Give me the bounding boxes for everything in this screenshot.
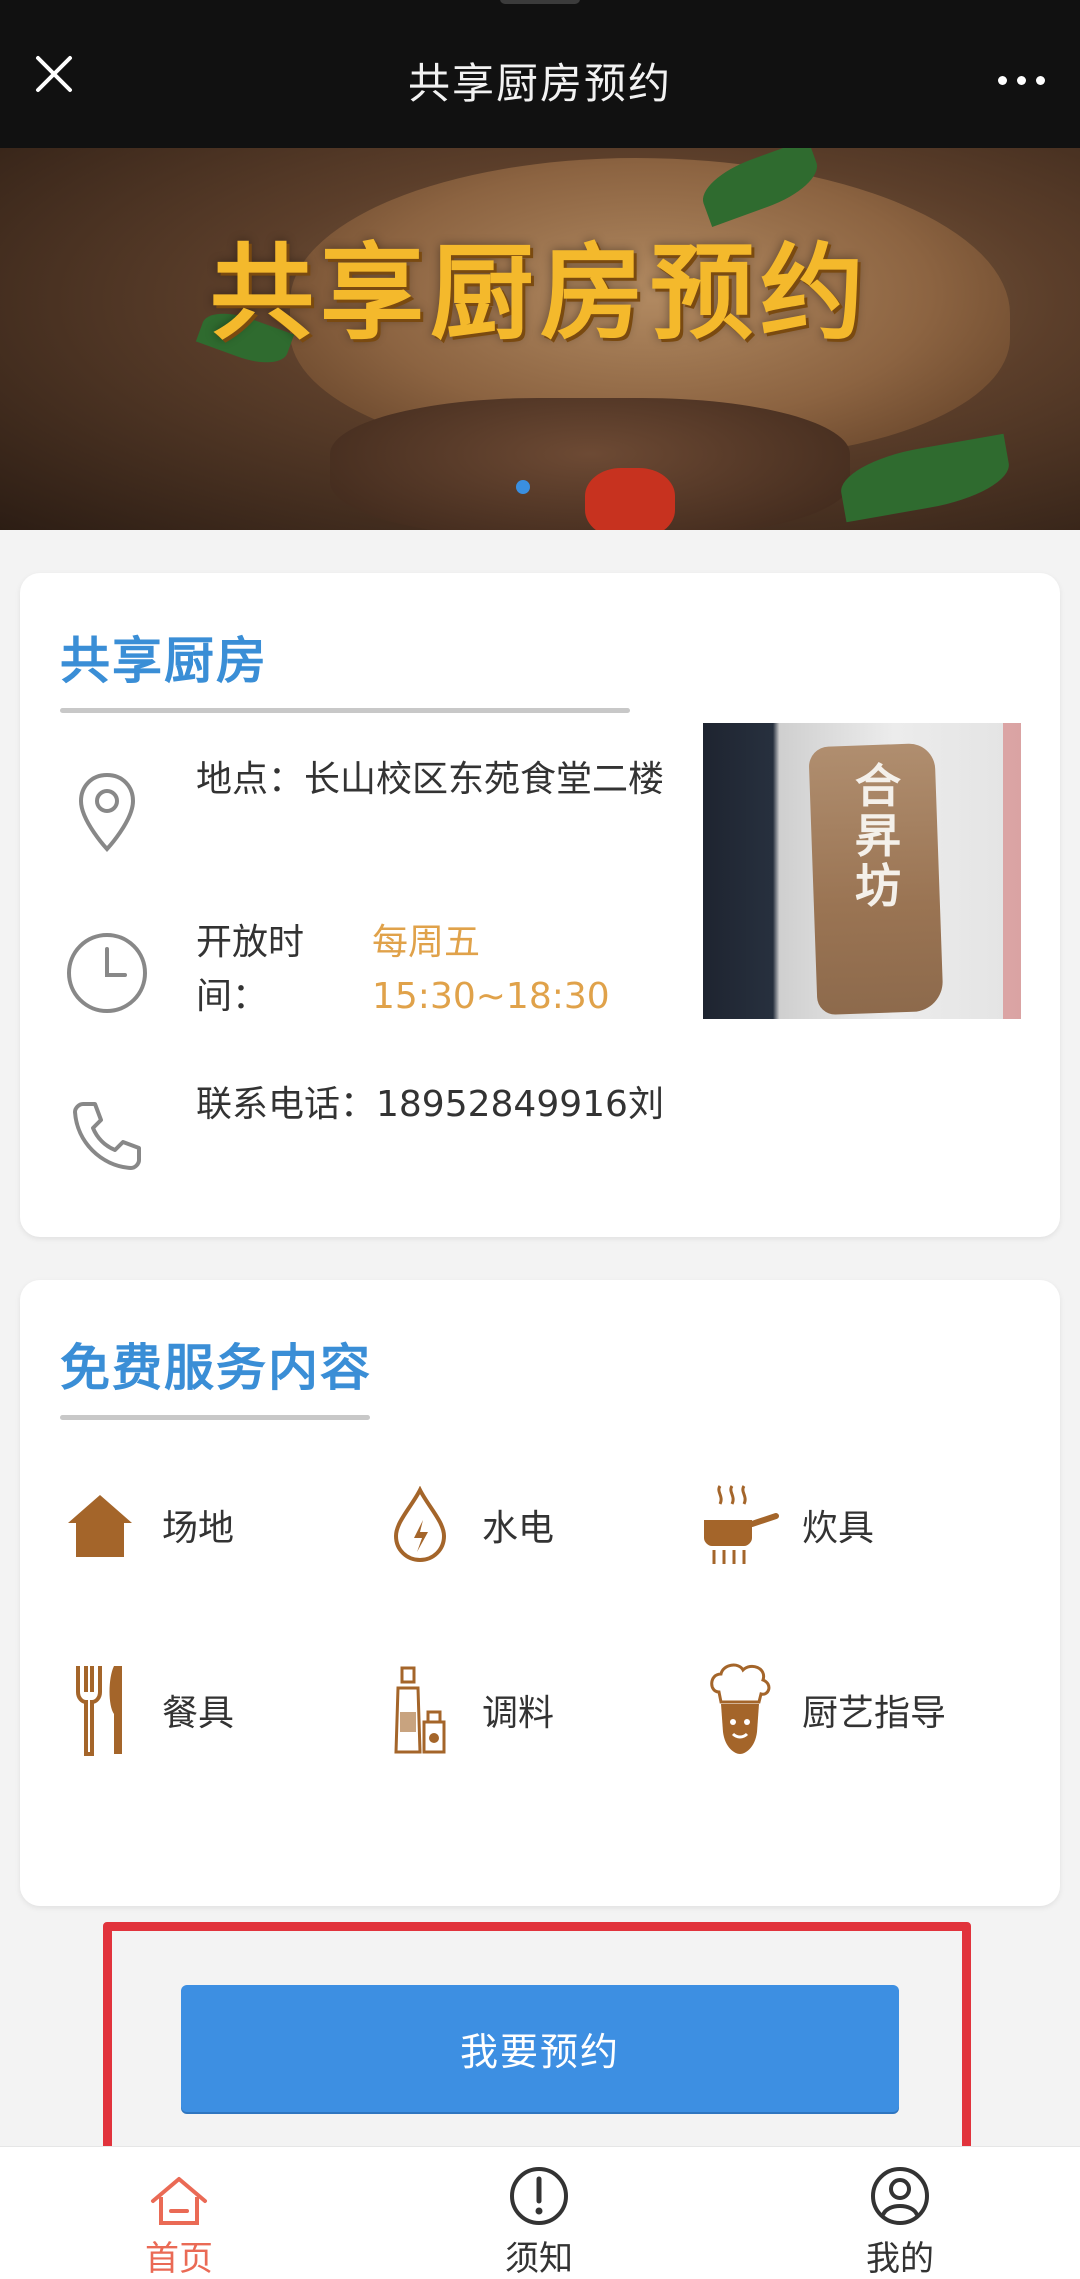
service-label: 场地 <box>162 1508 235 1549</box>
services-card: 免费服务内容 场地 水电 炊具 餐具 调料 厨艺指导 <box>20 1280 1060 1906</box>
chef-icon <box>700 1663 780 1755</box>
tab-mine[interactable]: 我的 <box>800 2147 1000 2279</box>
phone-text: 联系电话：18952849916刘 <box>196 1084 664 1125</box>
service-label: 餐具 <box>162 1693 235 1734</box>
more-icon[interactable] <box>986 50 1056 110</box>
phone-icon <box>62 1091 152 1181</box>
hours-time: 15:30~18:30 <box>372 976 610 1017</box>
user-icon <box>800 2147 1000 2227</box>
kitchen-sign: 合 昇 坊 <box>855 759 901 913</box>
banner-carousel[interactable]: 共享厨房预约 <box>0 148 1080 530</box>
service-item: 厨艺指导 <box>700 1663 947 1755</box>
bottom-tab-bar: 首页 须知 我的 <box>0 2146 1080 2279</box>
notice-icon <box>439 2147 639 2227</box>
tab-label: 首页 <box>145 2239 213 2279</box>
service-item: 水电 <box>380 1480 554 1570</box>
service-label: 炊具 <box>802 1508 875 1549</box>
condiment-icon <box>380 1665 460 1755</box>
hours-day: 每周五 <box>372 922 481 963</box>
top-bar: 共享厨房预约 <box>0 0 1080 148</box>
service-item: 调料 <box>380 1665 554 1755</box>
service-item: 场地 <box>60 1480 234 1570</box>
card-title: 共享厨房 <box>60 632 268 690</box>
banner-title: 共享厨房预约 <box>209 232 870 354</box>
home-icon <box>79 2147 279 2227</box>
notch <box>500 0 580 4</box>
service-item: 餐具 <box>60 1665 235 1756</box>
hours-label: 开放时间： <box>196 922 305 1017</box>
title-divider <box>60 708 630 713</box>
water-drop-icon <box>380 1480 460 1570</box>
tab-label: 须知 <box>505 2239 573 2279</box>
service-label: 水电 <box>482 1508 555 1549</box>
house-icon <box>60 1480 140 1570</box>
book-button[interactable]: 我要预约 <box>181 1985 899 2112</box>
title-divider <box>60 1415 370 1420</box>
service-item: 炊具 <box>700 1480 874 1570</box>
tab-notice[interactable]: 须知 <box>439 2147 639 2279</box>
location-text: 地点：长山校区东苑食堂二楼 <box>196 759 665 800</box>
location-pin-icon <box>62 768 152 858</box>
cutlery-icon <box>60 1665 140 1756</box>
kitchen-info-card: 共享厨房 地点：长山校区东苑食堂二楼 开放时间： 每周五 15:30~18:30… <box>20 573 1060 1237</box>
pot-icon <box>700 1480 780 1570</box>
clock-icon <box>62 928 152 1018</box>
page-title: 共享厨房预约 <box>407 59 672 108</box>
card-title: 免费服务内容 <box>60 1339 372 1397</box>
service-label: 厨艺指导 <box>802 1693 947 1734</box>
tab-label: 我的 <box>866 2239 934 2279</box>
kitchen-photo: 合 昇 坊 <box>703 723 1021 1019</box>
carousel-indicator[interactable] <box>516 480 530 494</box>
service-label: 调料 <box>482 1693 555 1734</box>
tab-home[interactable]: 首页 <box>79 2147 279 2279</box>
